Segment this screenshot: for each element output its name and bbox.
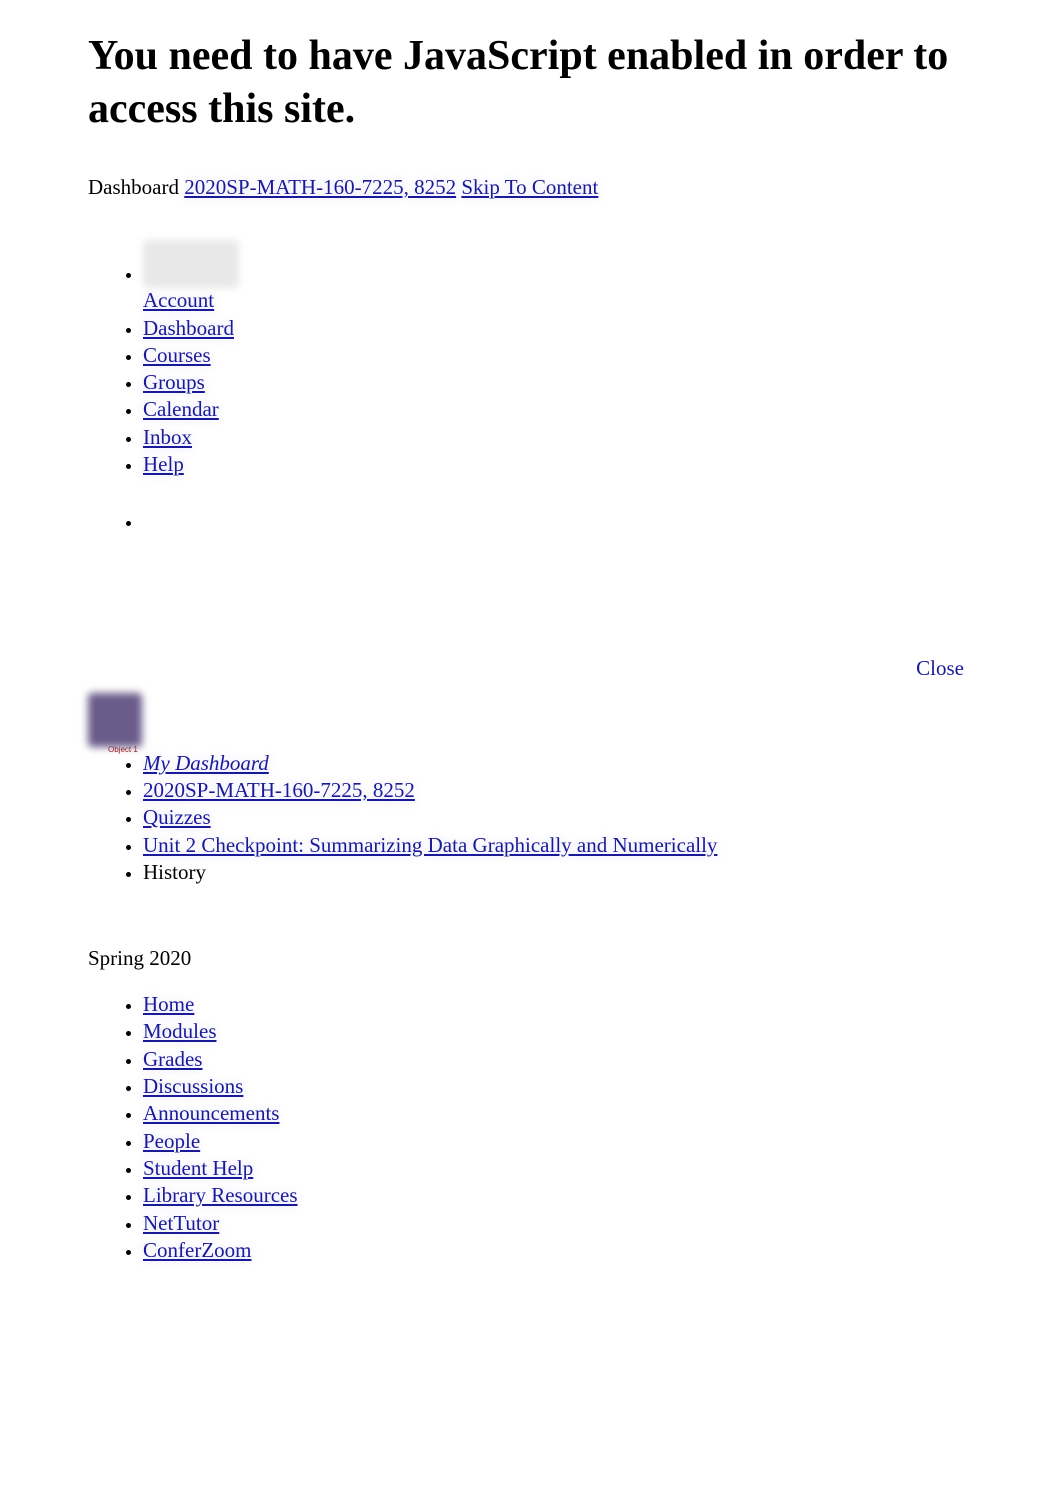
course-nav-modules[interactable]: Modules xyxy=(143,1019,217,1043)
close-button[interactable]: Close xyxy=(916,656,964,680)
breadcrumb-my-dashboard[interactable]: My Dashboard xyxy=(143,751,269,775)
user-avatar-placeholder xyxy=(88,693,142,747)
nav-courses-link[interactable]: Courses xyxy=(143,343,211,367)
breadcrumb-quiz-title[interactable]: Unit 2 Checkpoint: Summarizing Data Grap… xyxy=(143,833,717,857)
top-breadcrumb: Dashboard 2020SP-MATH-160-7225, 8252 Ski… xyxy=(88,175,974,200)
course-nav-home[interactable]: Home xyxy=(143,992,194,1016)
nav-inbox-link[interactable]: Inbox xyxy=(143,425,192,449)
course-nav-conferzoom[interactable]: ConferZoom xyxy=(143,1238,251,1262)
term-label: Spring 2020 xyxy=(88,946,974,971)
course-nav-discussions[interactable]: Discussions xyxy=(143,1074,243,1098)
nav-empty-item xyxy=(143,508,974,535)
skip-to-content-link[interactable]: Skip To Content xyxy=(461,175,598,199)
course-nav: Home Modules Grades Discussions Announce… xyxy=(88,991,974,1264)
breadcrumb-quizzes[interactable]: Quizzes xyxy=(143,805,211,829)
nav-groups-link[interactable]: Groups xyxy=(143,370,205,394)
course-nav-library-resources[interactable]: Library Resources xyxy=(143,1183,298,1207)
breadcrumb-dashboard-text: Dashboard xyxy=(88,175,179,199)
course-nav-grades[interactable]: Grades xyxy=(143,1047,202,1071)
breadcrumb-course[interactable]: 2020SP-MATH-160-7225, 8252 xyxy=(143,778,415,802)
nav-help-link[interactable]: Help xyxy=(143,452,184,476)
breadcrumb-history: History xyxy=(143,860,206,884)
breadcrumb-course-link[interactable]: 2020SP-MATH-160-7225, 8252 xyxy=(184,175,456,199)
page-heading: You need to have JavaScript enabled in o… xyxy=(88,30,974,135)
breadcrumb-trail: My Dashboard 2020SP-MATH-160-7225, 8252 … xyxy=(88,750,974,886)
nav-account-link[interactable]: Account xyxy=(143,288,214,312)
course-nav-nettutor[interactable]: NetTutor xyxy=(143,1211,219,1235)
global-nav: Account Dashboard Courses Groups Calenda… xyxy=(88,240,974,536)
account-avatar-placeholder xyxy=(143,240,239,288)
nav-dashboard-link[interactable]: Dashboard xyxy=(143,316,234,340)
course-nav-announcements[interactable]: Announcements xyxy=(143,1101,279,1125)
nav-calendar-link[interactable]: Calendar xyxy=(143,397,219,421)
course-nav-student-help[interactable]: Student Help xyxy=(143,1156,253,1180)
course-nav-people[interactable]: People xyxy=(143,1129,200,1153)
